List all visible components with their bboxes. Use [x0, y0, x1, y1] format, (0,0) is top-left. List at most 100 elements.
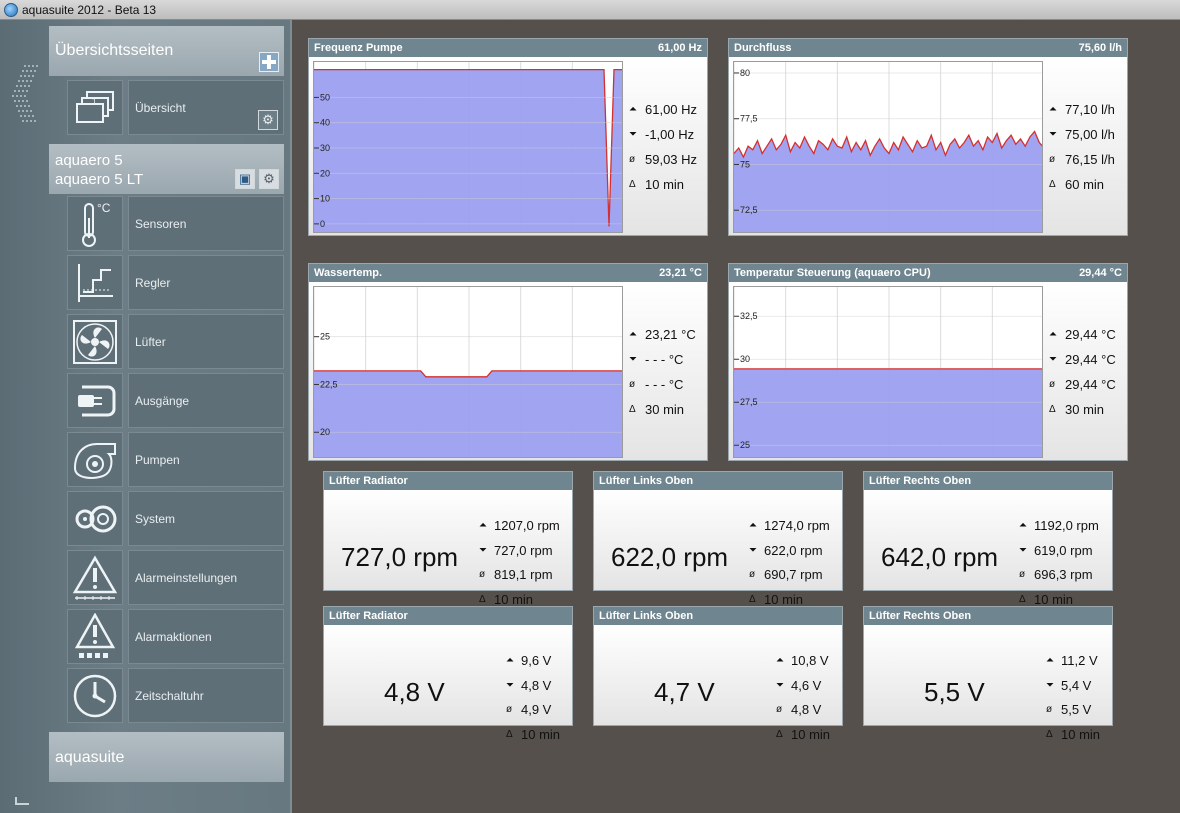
panel-header: Lüfter Radiator — [324, 607, 572, 625]
big-value: 727,0 rpm — [341, 542, 459, 572]
min-icon: ⏷ — [506, 679, 514, 691]
panel-flow[interactable]: Durchfluss 75,60 l/h 72,5 75 77,5 80 ⏶ 77,10… — [728, 38, 1128, 236]
y-tick-label: 20 — [320, 427, 330, 437]
stat-span: 30 min — [1065, 402, 1105, 417]
panel-body: 0 10 20 30 40 50 ⏶ 61,00 Hz ⏷ -1,00 Hz ø 59,03 H… — [309, 57, 707, 235]
avg-icon: ø — [1019, 569, 1026, 580]
sidebar-item-label: Zeitschaltuhr — [128, 668, 284, 723]
grip-dot — [24, 75, 26, 77]
y-tick-label: 50 — [320, 92, 330, 102]
sidebar-item-label: Regler — [128, 255, 284, 310]
series-area — [734, 368, 1042, 457]
sidebar-item-lfter[interactable]: Lüfter — [57, 314, 284, 369]
stat-avg: 4,9 V — [521, 702, 552, 717]
stat-max: 1207,0 rpm — [494, 518, 560, 533]
alarm-settings-icon — [67, 550, 123, 605]
controller-icon — [67, 255, 123, 310]
sidebar-item-sensoren[interactable]: °C Sensoren — [57, 196, 284, 251]
grip-dot — [32, 65, 34, 67]
add-page-button[interactable] — [259, 52, 279, 72]
svg-text:1: 1 — [92, 97, 97, 106]
resize-corner-icon[interactable] — [15, 797, 29, 805]
panel-cpu-temp[interactable]: Temperatur Steuerung (aquaero CPU) 29,44… — [728, 263, 1128, 461]
aquasuite-footer-button[interactable]: aquasuite — [49, 732, 284, 782]
stat-avg: 690,7 rpm — [764, 567, 823, 582]
panel-water-temp[interactable]: Wassertemp. 23,21 °C 20 22,5 25 ⏶ 23,21 °C … — [308, 263, 708, 461]
sidebar-item-zeitschaltuhr[interactable]: Zeitschaltuhr — [57, 668, 284, 723]
grip-dot — [28, 85, 30, 87]
window-title: aquasuite 2012 - Beta 13 — [22, 2, 157, 17]
panel-current-value: 23,21 °C — [659, 267, 702, 279]
panel-body: 4,7 V ⏶ 10,8 V ⏷ 4,6 V ø 4,8 V Δ 10 min — [594, 625, 842, 742]
panel-current-value: 75,60 l/h — [1078, 42, 1122, 54]
chart-water-temp: 20 22,5 25 — [313, 286, 623, 458]
stat-max: 10,8 V — [791, 653, 829, 668]
grip-dot — [18, 110, 20, 112]
panel-current-value: 61,00 Hz — [657, 42, 702, 54]
aquasuite-footer-label: aquasuite — [55, 749, 125, 766]
max-icon: ⏶ — [1049, 329, 1057, 340]
sidebar-item-label: Lüfter — [128, 314, 284, 369]
panel-header: Lüfter Rechts Oben — [864, 472, 1112, 490]
fan-widget-fans_rpm[interactable]: Lüfter Rechts Oben 642,0 rpm ⏶ 1192,0 rpm ⏷ 6… — [863, 471, 1113, 607]
grip-dot — [24, 105, 26, 107]
save-device-button[interactable]: ▣ — [235, 169, 255, 189]
panel-title: Lüfter Links Oben — [599, 475, 694, 487]
fan-widget-fans_volt[interactable]: Lüfter Radiator 4,8 V ⏶ 9,6 V ⏷ 4,8 V ø 4,9 V Δ1… — [323, 606, 573, 742]
stat-span: 60 min — [1065, 177, 1105, 192]
panel-stats: ⏶ 77,10 l/h ⏷ 75,00 l/h ø 76,15 l/h Δ 60 min — [1049, 97, 1115, 197]
grip-dot — [16, 85, 18, 87]
y-tick-label: 80 — [740, 68, 750, 78]
sidebar-item-label-text: Sensoren — [135, 216, 187, 231]
panel-title: Lüfter Rechts Oben — [869, 610, 972, 622]
fan-widget-fans_volt[interactable]: Lüfter Links Oben 4,7 V ⏶ 10,8 V ⏷ 4,6 V ø 4,8 … — [593, 606, 843, 742]
plus-icon — [262, 55, 276, 69]
stat-max: 1274,0 rpm — [764, 518, 830, 533]
grip-dot — [32, 115, 34, 117]
timespan-icon: Δ — [1049, 404, 1056, 415]
sidebar-item-regler[interactable]: Regler — [57, 255, 284, 310]
stat-max: 61,00 Hz — [645, 102, 698, 117]
fan-widget-fans_volt[interactable]: Lüfter Rechts Oben 5,5 V ⏶ 11,2 V ⏷ 5,4 Vø 5,5… — [863, 606, 1113, 742]
device-section-header[interactable]: aquaero 5 aquaero 5 LT ▣ ⚙ — [49, 144, 284, 194]
panel-stats: ⏶ 9,6 V ⏷ 4,8 V ø 4,9 V Δ 10 min — [506, 649, 560, 747]
sidebar-item-label-text: Alarmaktionen — [135, 629, 212, 644]
panel-body: 72,5 75 77,5 80 ⏶ 77,10 l/h ⏷ 75,00 l/h ø 76,1… — [729, 57, 1127, 235]
stat-max: 77,10 l/h — [1065, 102, 1115, 117]
sidebar-item-pumpen[interactable]: Pumpen — [57, 432, 284, 487]
stat-min: -1,00 Hz — [645, 127, 695, 142]
grip-dot — [26, 100, 28, 102]
sidebar-item-label-text: Regler — [135, 275, 171, 290]
sidebar-item-ausgnge[interactable]: Ausgänge — [57, 373, 284, 428]
stat-max: 1192,0 rpm — [1034, 518, 1099, 533]
grip-dot — [30, 80, 32, 82]
panel-stats: ⏶ 23,21 °C ⏷ - - - °C ø - - - °C Δ 30 min — [629, 322, 696, 422]
sidebar-item-alarmaktionen[interactable]: Alarmaktionen — [57, 609, 284, 664]
grip-dot — [16, 95, 18, 97]
collapse-grip-icon[interactable] — [12, 65, 38, 135]
panel-pump-frequency[interactable]: Frequenz Pumpe 61,00 Hz 0 10 20 30 40 50 ⏶ 61,… — [308, 38, 708, 236]
overview-settings-gear-icon[interactable]: ⚙ — [258, 110, 278, 130]
y-tick-label: 25 — [740, 440, 750, 450]
fan-widget-fans_rpm[interactable]: Lüfter Links Oben 622,0 rpm ⏶ 1274,0 rpm ⏷ 62… — [593, 471, 843, 607]
y-tick-label: 25 — [320, 332, 330, 342]
device-settings-gear-icon[interactable]: ⚙ — [259, 169, 279, 189]
panel-stats: ⏶ 1274,0 rpm ⏷ 622,0 rpm ø 690,7 rpm Δ 10 min — [749, 514, 830, 612]
min-icon: ⏷ — [749, 544, 757, 556]
sidebar-item-alarmeinstellungen[interactable]: Alarmeinstellungen — [57, 550, 284, 605]
grip-dot — [34, 120, 36, 122]
grip-dot — [16, 105, 18, 107]
fan-widget-fans_rpm[interactable]: Lüfter Radiator 727,0 rpm ⏶ 1207,0 rpm ⏷ 727,… — [323, 471, 573, 607]
grip-dot — [18, 90, 20, 92]
sidebar-item-system[interactable]: System — [57, 491, 284, 546]
panel-body: 5,5 V ⏶ 11,2 V ⏷ 5,4 V ø 5,5 V Δ 10 min — [864, 625, 1112, 742]
stat-max: 23,21 °C — [645, 327, 696, 342]
overview-section-header[interactable]: Übersichtsseiten — [49, 26, 284, 76]
sidebar-item-label-text: Alarmeinstellungen — [135, 570, 238, 585]
grip-dot — [28, 105, 30, 107]
big-value: 642,0 rpm — [881, 542, 999, 572]
sidebar-item-overview[interactable]: 1 Übersicht ⚙ — [57, 80, 284, 135]
panel-title: Lüfter Radiator — [329, 610, 408, 622]
big-value: 5,5 V — [924, 677, 985, 707]
panel-header: Lüfter Radiator — [324, 472, 572, 490]
